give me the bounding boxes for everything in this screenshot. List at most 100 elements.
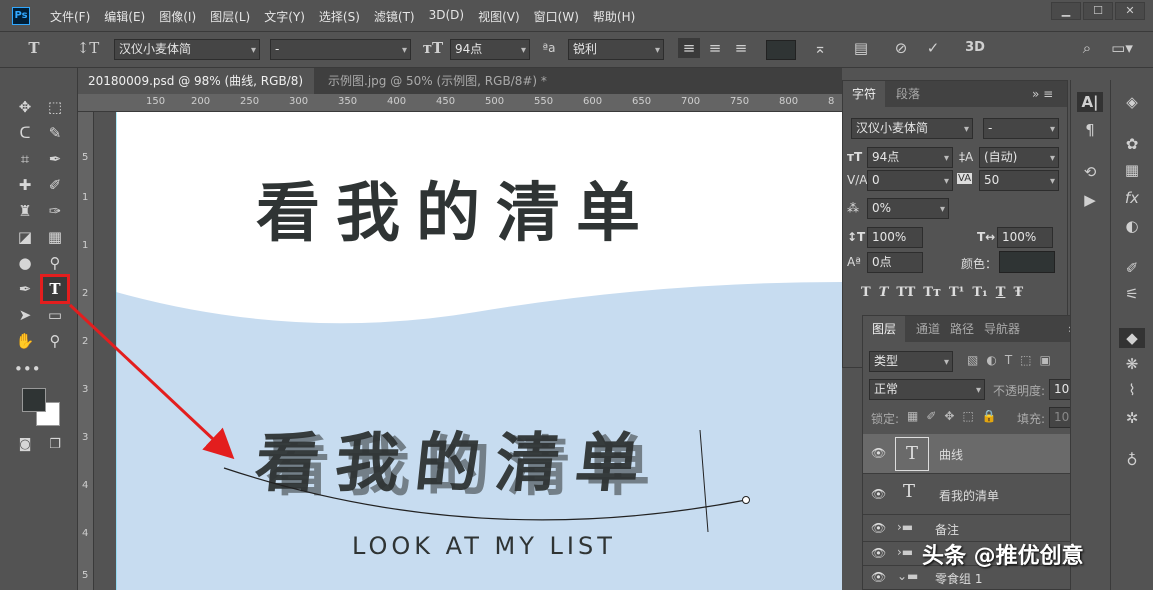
type-tool-icon[interactable]: T bbox=[22, 38, 46, 58]
layers-panel-icon[interactable]: ◆ bbox=[1119, 328, 1145, 348]
visibility-eye-icon[interactable]: 👁 bbox=[871, 521, 886, 535]
cancel-icon[interactable]: ⊘ bbox=[890, 38, 912, 58]
underline-button[interactable]: T bbox=[996, 285, 1006, 300]
warp-text-icon[interactable]: ⌅ bbox=[808, 38, 832, 58]
dodge-tool-icon[interactable]: ⚲ bbox=[44, 252, 66, 274]
panel-menu-icon[interactable]: » ≡ bbox=[1023, 81, 1062, 107]
search-icon[interactable]: ⌕ bbox=[1076, 38, 1098, 58]
tab-example[interactable]: 示例图.jpg @ 50% (示例图, RGB/8#) * × bbox=[318, 68, 558, 114]
lock-artboard-icon[interactable]: ⬚ bbox=[962, 409, 973, 423]
crop-tool-icon[interactable]: ⌗ bbox=[14, 148, 36, 170]
zoom-tool-icon[interactable]: ⚲ bbox=[44, 330, 66, 352]
menu-layer[interactable]: 图层(L) bbox=[210, 8, 250, 25]
text-color-swatch[interactable] bbox=[766, 40, 796, 60]
tab-20180009[interactable]: 20180009.psd @ 98% (曲线, RGB/8) * × bbox=[78, 68, 314, 114]
styles-panel-icon[interactable]: fx bbox=[1119, 188, 1145, 208]
char-scale-select[interactable]: 0% ▾ bbox=[867, 198, 949, 219]
visibility-eye-icon[interactable]: 👁 bbox=[871, 570, 886, 584]
menu-help[interactable]: 帮助(H) bbox=[593, 8, 635, 25]
type-filter-icon[interactable]: T bbox=[1005, 353, 1012, 367]
char-font-style-select[interactable]: - ▾ bbox=[983, 118, 1059, 139]
minimize-button[interactable]: ▁ bbox=[1051, 2, 1081, 20]
quick-mask-icon[interactable]: ◙ bbox=[14, 434, 36, 456]
tips-panel-icon[interactable]: ♁ bbox=[1119, 450, 1145, 470]
menu-type[interactable]: 文字(Y) bbox=[264, 8, 305, 25]
brush-settings-icon[interactable]: ⚟ bbox=[1119, 284, 1145, 304]
char-font-family-select[interactable]: 汉仪小麦体简 ▾ bbox=[851, 118, 973, 139]
lock-transparency-icon[interactable]: ▦ bbox=[907, 409, 918, 423]
shape-filter-icon[interactable]: ⬚ bbox=[1020, 353, 1031, 367]
pen-tool-icon[interactable]: ✒ bbox=[14, 278, 36, 300]
visibility-eye-icon[interactable]: 👁 bbox=[871, 446, 886, 460]
menu-window[interactable]: 窗口(W) bbox=[534, 8, 579, 25]
align-center-icon[interactable]: ≡ bbox=[704, 38, 726, 58]
color-panel-icon[interactable]: ✿ bbox=[1119, 134, 1145, 154]
layer-filter-select[interactable]: 类型 ▾ bbox=[869, 351, 953, 372]
marquee-tool-icon[interactable]: ⬚ bbox=[44, 96, 66, 118]
path-selection-tool-icon[interactable]: ➤ bbox=[14, 304, 36, 326]
more-tools-icon[interactable]: ••• bbox=[14, 358, 41, 380]
3d-icon[interactable]: 3D bbox=[962, 38, 988, 58]
superscript-button[interactable]: T¹ bbox=[949, 285, 964, 300]
history-brush-tool-icon[interactable]: ✑ bbox=[44, 200, 66, 222]
type-tool-icon[interactable]: T bbox=[40, 274, 70, 304]
hand-tool-icon[interactable]: ✋ bbox=[14, 330, 36, 352]
char-vscale-field[interactable]: 100% bbox=[867, 227, 923, 248]
foreground-color-swatch[interactable] bbox=[22, 388, 46, 412]
close-button[interactable]: ✕ bbox=[1115, 2, 1145, 20]
menu-file[interactable]: 文件(F) bbox=[50, 8, 90, 25]
rectangle-tool-icon[interactable]: ▭ bbox=[44, 304, 66, 326]
paragraph-panel-icon[interactable]: ¶ bbox=[1077, 120, 1103, 140]
faux-bold-button[interactable]: T bbox=[861, 285, 871, 300]
navigator-panel-icon[interactable]: ✲ bbox=[1119, 408, 1145, 428]
subscript-button[interactable]: T₁ bbox=[972, 285, 987, 300]
commit-icon[interactable]: ✓ bbox=[922, 38, 944, 58]
eyedropper-tool-icon[interactable]: ✒ bbox=[44, 148, 66, 170]
panels-icon[interactable]: ▤ bbox=[850, 38, 872, 58]
lock-pixels-icon[interactable]: ✐ bbox=[926, 409, 936, 423]
healing-brush-tool-icon[interactable]: ✚ bbox=[14, 174, 36, 196]
menu-filter[interactable]: 滤镜(T) bbox=[374, 8, 415, 25]
char-kerning-select[interactable]: 0 ▾ bbox=[867, 170, 953, 191]
lock-all-icon[interactable]: 🔒 bbox=[982, 409, 997, 423]
gradient-tool-icon[interactable]: ▦ bbox=[44, 226, 66, 248]
character-panel-icon[interactable]: A| bbox=[1077, 92, 1103, 112]
brush-panel-icon[interactable]: ✐ bbox=[1119, 258, 1145, 278]
strikethrough-button[interactable]: Ŧ bbox=[1013, 285, 1023, 300]
adjustments-panel-icon[interactable]: ◐ bbox=[1119, 216, 1145, 236]
layer-row[interactable]: 👁 T 看我的清单 bbox=[863, 475, 1093, 515]
char-tracking-select[interactable]: 50 ▾ bbox=[979, 170, 1059, 191]
menu-image[interactable]: 图像(I) bbox=[159, 8, 196, 25]
layer-row[interactable]: 👁 T 曲线 bbox=[863, 434, 1093, 474]
align-left-icon[interactable]: ≡ bbox=[678, 38, 700, 58]
clone-stamp-tool-icon[interactable]: ♜ bbox=[14, 200, 36, 222]
channels-panel-icon[interactable]: ❋ bbox=[1119, 354, 1145, 374]
maximize-button[interactable]: ☐ bbox=[1083, 2, 1113, 20]
path-handle[interactable] bbox=[699, 429, 709, 533]
font-size-select[interactable]: 94点 ▾ bbox=[450, 39, 530, 60]
canvas-area[interactable]: 看我的清单 看我的清单 看我的清单 LOOK AT MY LIST bbox=[94, 112, 842, 590]
move-tool-icon[interactable]: ✥ bbox=[14, 96, 36, 118]
text-orientation-icon[interactable]: ↕T bbox=[76, 38, 100, 58]
document-canvas[interactable]: 看我的清单 看我的清单 看我的清单 LOOK AT MY LIST bbox=[116, 112, 842, 590]
path-anchor-point[interactable] bbox=[742, 496, 750, 504]
visibility-eye-icon[interactable]: 👁 bbox=[871, 487, 886, 501]
lasso-tool-icon[interactable]: ᑕ bbox=[14, 122, 36, 144]
3d-panel-icon[interactable]: ◈ bbox=[1119, 92, 1145, 112]
workspace-icon[interactable]: ▭▾ bbox=[1104, 38, 1140, 58]
antialias-select[interactable]: 锐利 ▾ bbox=[568, 39, 664, 60]
screen-mode-icon[interactable]: ❐ bbox=[44, 434, 66, 456]
menu-select[interactable]: 选择(S) bbox=[319, 8, 360, 25]
actions-play-icon[interactable]: ▶ bbox=[1077, 190, 1103, 210]
tab-navigator[interactable]: 导航器 bbox=[975, 316, 1029, 342]
brush-tool-icon[interactable]: ✐ bbox=[44, 174, 66, 196]
char-leading-select[interactable]: (自动) ▾ bbox=[979, 147, 1059, 168]
char-hscale-field[interactable]: 100% bbox=[997, 227, 1053, 248]
menu-edit[interactable]: 编辑(E) bbox=[104, 8, 145, 25]
visibility-eye-icon[interactable]: 👁 bbox=[871, 546, 886, 560]
menu-view[interactable]: 视图(V) bbox=[478, 8, 520, 25]
pixel-filter-icon[interactable]: ▧ bbox=[967, 353, 978, 367]
align-right-icon[interactable]: ≡ bbox=[730, 38, 752, 58]
smart-object-filter-icon[interactable]: ▣ bbox=[1040, 353, 1051, 367]
lock-position-icon[interactable]: ✥ bbox=[944, 409, 954, 423]
